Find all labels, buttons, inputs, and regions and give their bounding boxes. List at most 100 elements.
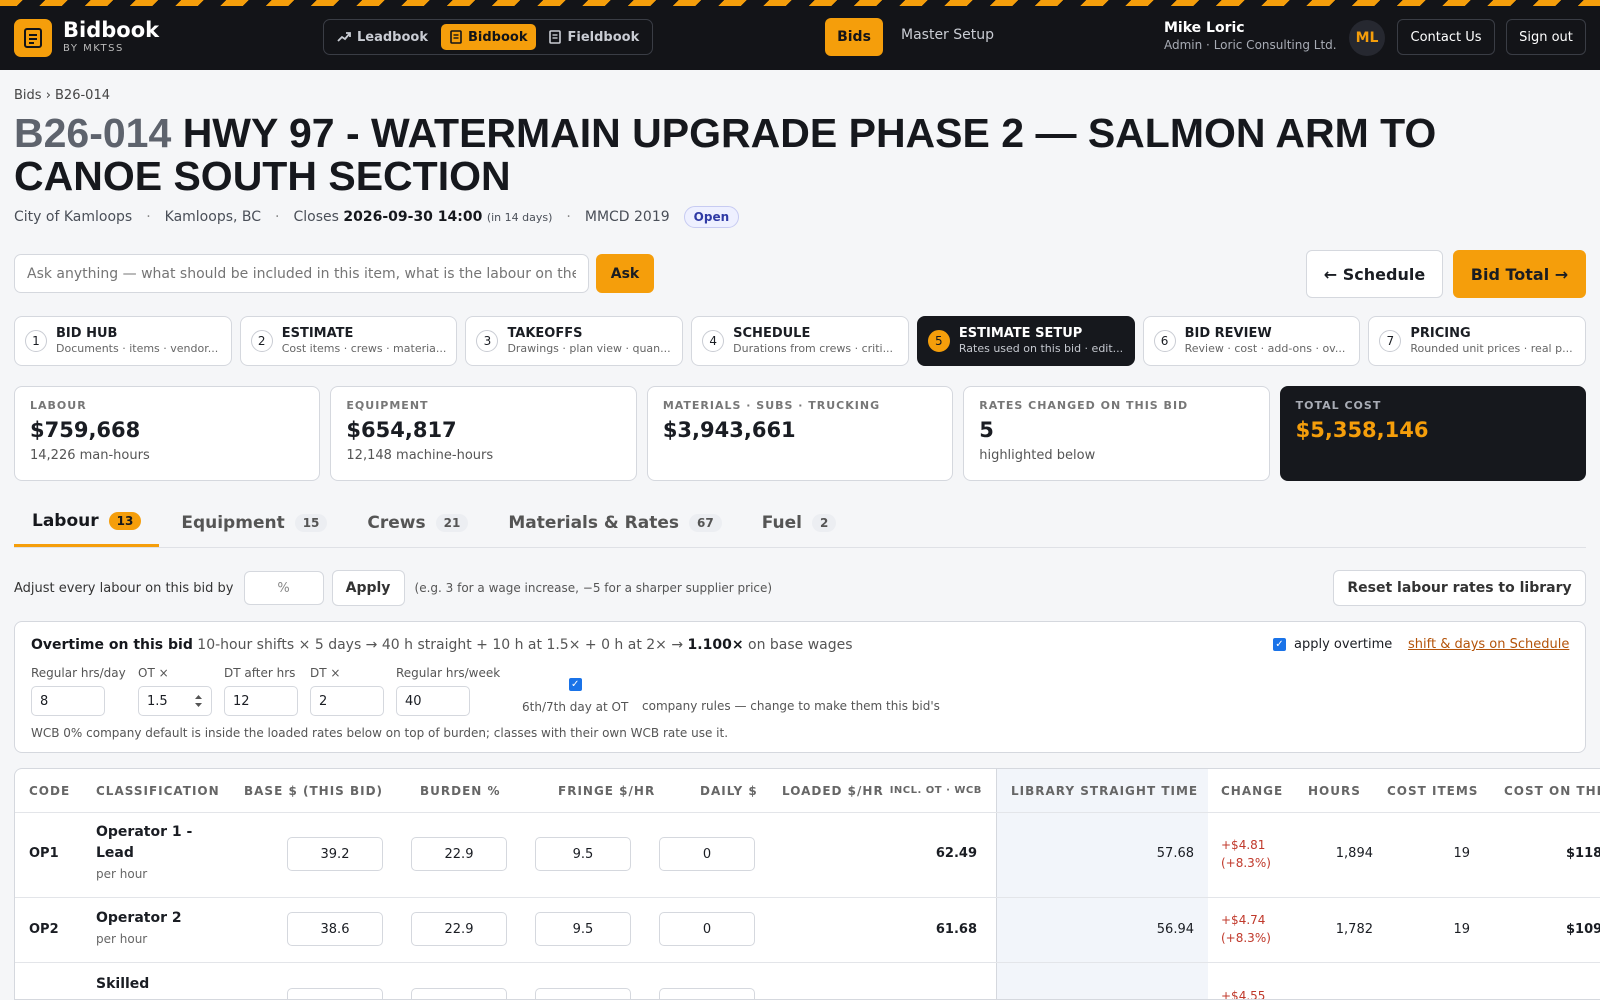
col-fringe: FRINGE $/HR <box>558 783 656 798</box>
row-classification: Operator 1 - Lead per hour <box>96 822 226 885</box>
bid-total-button[interactable]: Bid Total → <box>1453 250 1586 298</box>
nav-bids[interactable]: Bids <box>825 18 883 56</box>
row-cost: $109 <box>1566 921 1600 937</box>
labour-card: LABOUR $759,668 14,226 man-hours <box>14 386 321 481</box>
col-loaded: LOADED $/HR INCL. OT · WCB <box>782 769 982 812</box>
card-sub: highlighted below <box>979 448 1096 463</box>
row-change: +$4.55 <box>1221 987 1265 999</box>
daily-input[interactable] <box>659 988 755 999</box>
ot-multiplier-input[interactable]: 1.5 <box>138 686 212 716</box>
labour-rates-table: CODE CLASSIFICATION BASE $ (THIS BID) BU… <box>14 768 1600 1000</box>
step-bid-review[interactable]: 6 BID REVIEW Review · cost · add-ons · ov.… <box>1142 316 1361 366</box>
schedule-button[interactable]: ← Schedule <box>1306 250 1443 298</box>
app-bidbook[interactable]: Bidbook <box>441 24 537 50</box>
total-cost-card: TOTAL COST $5,358,146 <box>1279 386 1587 481</box>
checkbox-checked-icon[interactable]: ✓ <box>1273 638 1286 651</box>
change-percent: (+8.3%) <box>1221 856 1271 870</box>
adjust-percent-input[interactable]: % <box>243 571 324 605</box>
tab-fuel[interactable]: Fuel 2 <box>744 498 855 547</box>
fringe-input[interactable]: 9.5 <box>535 912 631 946</box>
daily-input[interactable]: 0 <box>659 837 755 871</box>
tab-crews[interactable]: Crews 21 <box>349 498 486 547</box>
fringe-input[interactable]: 9.5 <box>535 837 631 871</box>
burden-input[interactable] <box>411 988 507 999</box>
bid-closes: 2026-09-30 14:00 <box>343 209 483 225</box>
tab-label: Labour <box>32 511 99 531</box>
checkbox-checked-icon[interactable]: ✓ <box>568 678 582 691</box>
burden-input[interactable]: 22.9 <box>411 837 507 871</box>
step-schedule[interactable]: 4 SCHEDULE Durations from crews · criti... <box>691 316 909 366</box>
dt-after-hrs-field: DT after hrs 12 <box>224 666 298 716</box>
overtime-desc-end: on base wages <box>748 637 853 653</box>
row-library: 57.68 <box>1156 845 1194 861</box>
book-icon <box>450 30 462 44</box>
class-unit: per hour <box>96 867 148 881</box>
nav-master-setup[interactable]: Master Setup <box>901 27 994 43</box>
tab-labour[interactable]: Labour 13 <box>14 498 160 547</box>
regular-hrs-day-field: Regular hrs/day 8 <box>31 666 126 716</box>
fringe-input[interactable] <box>535 988 631 999</box>
field-label: DT after hrs <box>224 666 296 680</box>
spinner-icon[interactable] <box>194 694 203 708</box>
base-rate-input[interactable]: 38.6 <box>287 912 383 946</box>
regular-hrs-day-input[interactable]: 8 <box>31 686 105 716</box>
bidbook-logo-icon[interactable] <box>14 19 52 57</box>
field-label: Regular hrs/week <box>396 666 501 680</box>
divider <box>15 812 1600 813</box>
base-rate-input[interactable] <box>287 988 383 999</box>
row-loaded: 62.49 <box>935 845 977 861</box>
field-value: 8 <box>40 693 49 709</box>
sign-out-button[interactable]: Sign out <box>1506 19 1586 55</box>
apply-button[interactable]: Apply <box>331 570 405 606</box>
class-unit: per hour <box>96 932 148 946</box>
apply-overtime-toggle[interactable]: ✓ apply overtime <box>1273 637 1392 652</box>
step-pricing[interactable]: 7 PRICING Rounded unit prices · real p... <box>1368 316 1587 366</box>
col-burden: BURDEN % <box>420 783 501 798</box>
card-label: LABOUR <box>30 399 87 412</box>
materials-card: MATERIALS · SUBS · TRUCKING $3,943,661 <box>646 386 954 481</box>
row-loaded: 61.68 <box>935 921 977 937</box>
change-amount: +$4.81 <box>1221 838 1266 852</box>
breadcrumb[interactable]: Bids › B26-014 <box>14 88 110 103</box>
dt-multiplier-input[interactable]: 2 <box>310 686 384 716</box>
step-number: 2 <box>250 330 273 352</box>
daily-input[interactable]: 0 <box>659 912 755 946</box>
overtime-factor: 1.100× <box>687 637 744 653</box>
step-estimate[interactable]: 2 ESTIMATE Cost items · crews · materia... <box>239 316 458 366</box>
card-label: TOTAL COST <box>1295 399 1382 412</box>
dt-after-hrs-input[interactable]: 12 <box>224 686 298 716</box>
regular-hrs-week-field: Regular hrs/week 40 <box>396 666 500 716</box>
row-code: OP1 <box>29 845 59 861</box>
tab-materials-rates[interactable]: Materials & Rates 67 <box>490 498 739 547</box>
regular-hrs-week-input[interactable]: 40 <box>396 686 470 716</box>
col-library: LIBRARY STRAIGHT TIME <box>1011 783 1199 798</box>
shift-days-link[interactable]: shift & days on Schedule <box>1408 637 1569 652</box>
row-hours: 1,782 <box>1335 921 1373 937</box>
step-title: ESTIMATE SETUP <box>958 326 1083 341</box>
col-daily: DAILY $ <box>700 783 758 798</box>
step-estimate-setup[interactable]: 5 ESTIMATE SETUP Rates used on this bid · … <box>916 316 1135 366</box>
adjust-row: Adjust every labour on this bid by % App… <box>14 570 1586 606</box>
row-hours: 1,894 <box>1335 845 1373 861</box>
app-leadbook[interactable]: Leadbook <box>328 24 437 50</box>
reset-labour-rates-button[interactable]: Reset labour rates to library <box>1333 570 1586 606</box>
app-bidbook-label: Bidbook <box>468 29 528 45</box>
class-name: Operator 2 <box>96 910 182 926</box>
contact-us-button[interactable]: Contact Us <box>1397 19 1495 55</box>
app-fieldbook[interactable]: Fieldbook <box>540 24 648 50</box>
step-number: 3 <box>476 330 499 352</box>
card-value: $759,668 <box>30 418 141 442</box>
step-bid-hub[interactable]: 1 BID HUB Documents · items · vendor... <box>14 316 232 366</box>
user-name: Mike Loric <box>1164 20 1245 36</box>
ask-input[interactable] <box>14 254 589 293</box>
overtime-title: Overtime on this bid <box>31 637 193 653</box>
brand[interactable]: Bidbook BY MKTSS <box>63 18 159 56</box>
ask-button[interactable]: Ask <box>596 254 654 293</box>
tab-equipment[interactable]: Equipment 15 <box>163 498 345 547</box>
avatar[interactable]: ML <box>1349 20 1385 56</box>
burden-input[interactable]: 22.9 <box>411 912 507 946</box>
hazard-stripe <box>0 0 1600 6</box>
overtime-panel: Overtime on this bid 10-hour shifts × 5 … <box>14 621 1586 753</box>
step-takeoffs[interactable]: 3 TAKEOFFS Drawings · plan view · quan... <box>465 316 684 366</box>
base-rate-input[interactable]: 39.2 <box>287 837 383 871</box>
